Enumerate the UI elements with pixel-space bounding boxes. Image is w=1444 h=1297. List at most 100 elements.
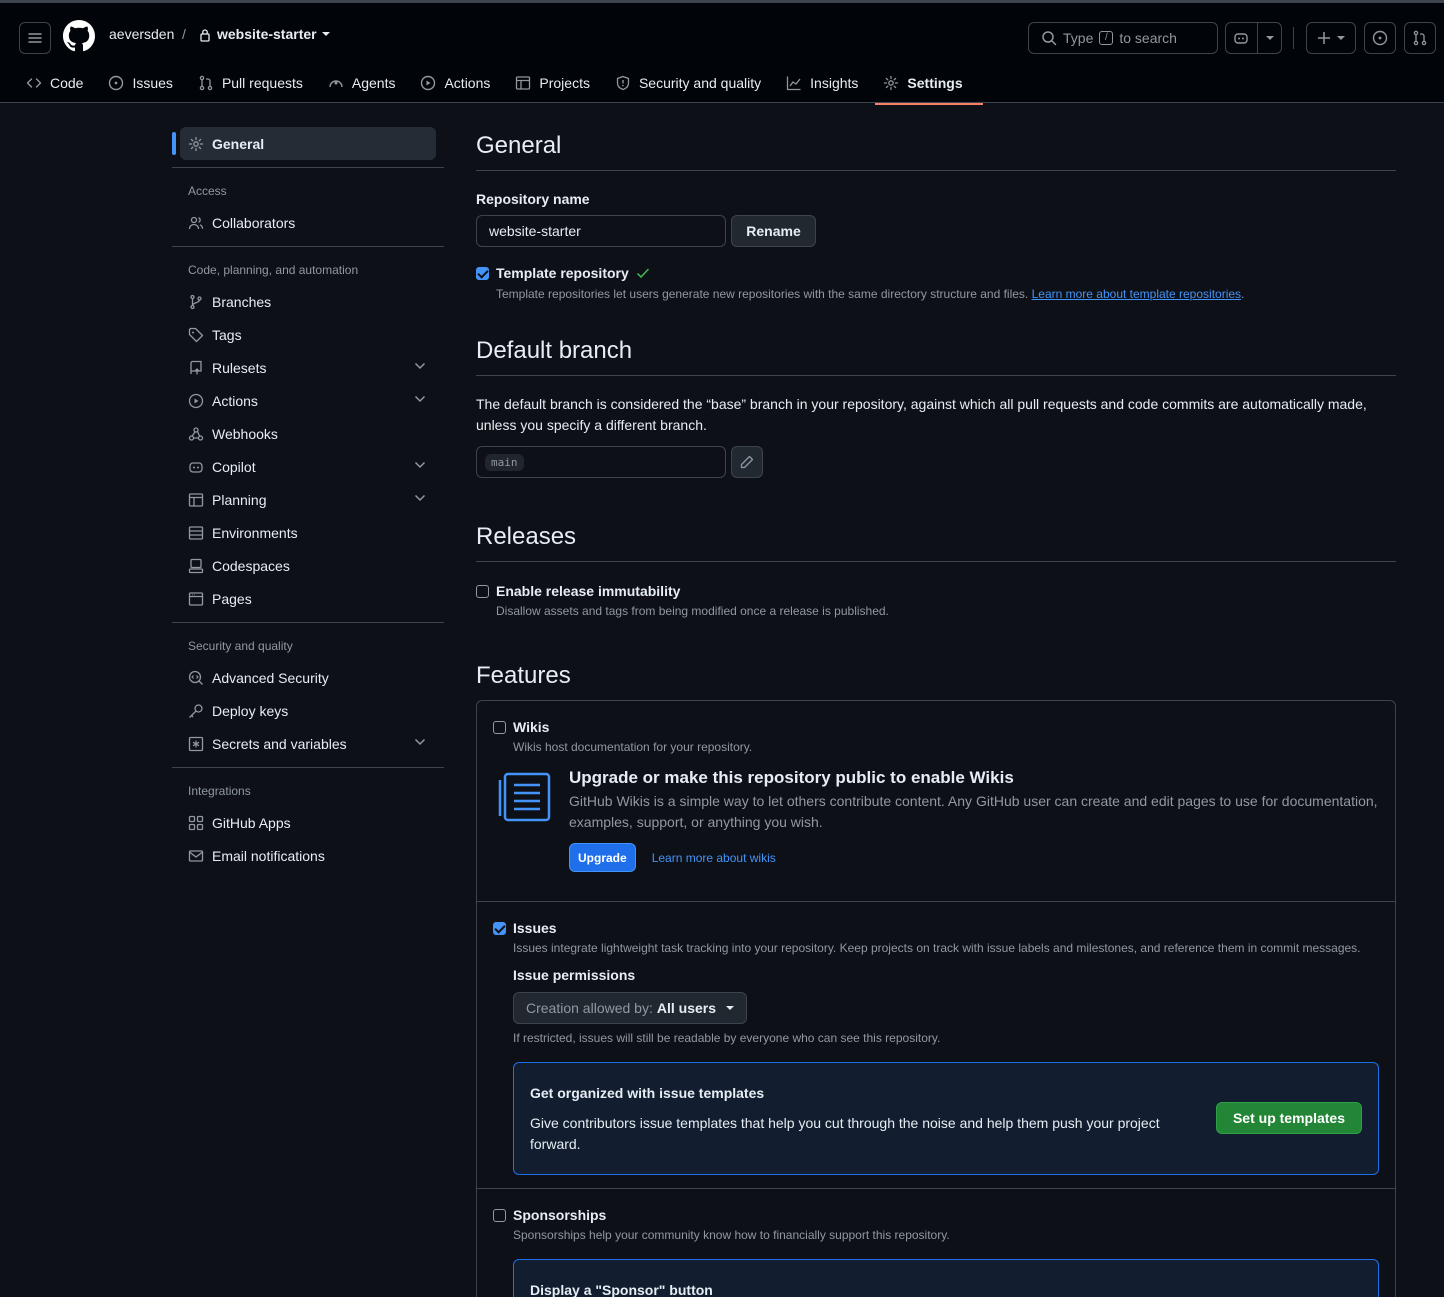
plus-icon bbox=[1318, 32, 1330, 44]
sidebar-item-label: Rulesets bbox=[212, 359, 267, 376]
table-icon bbox=[516, 76, 531, 90]
issue-templates-body: Give contributors issue templates that h… bbox=[530, 1115, 1160, 1152]
sidebar-item-pages[interactable]: Pages bbox=[172, 582, 444, 615]
repo-name-link[interactable]: website-starter bbox=[217, 26, 317, 42]
sidebar-item-tags[interactable]: Tags bbox=[172, 318, 444, 351]
template-repository-label: Template repository bbox=[496, 265, 629, 281]
table-icon bbox=[188, 492, 204, 507]
webhook-icon bbox=[188, 426, 204, 441]
sidebar-item-github-apps[interactable]: GitHub Apps bbox=[172, 806, 444, 839]
sidebar-item-webhooks[interactable]: Webhooks bbox=[172, 417, 444, 450]
tab-insights[interactable]: Insights bbox=[786, 69, 870, 97]
tab-projects[interactable]: Projects bbox=[515, 69, 602, 97]
create-new-button[interactable] bbox=[1306, 22, 1356, 54]
sidebar-item-general[interactable]: General bbox=[172, 127, 436, 160]
issues-checkbox[interactable] bbox=[493, 921, 506, 935]
sponsorships-checkbox[interactable] bbox=[493, 1208, 506, 1222]
section-title-default-branch: Default branch bbox=[476, 337, 1396, 376]
people-icon bbox=[188, 216, 204, 229]
sidebar-item-email-notifications[interactable]: Email notifications bbox=[172, 839, 444, 872]
mail-icon bbox=[188, 849, 204, 862]
repo-caret-down-icon[interactable] bbox=[321, 31, 331, 37]
sidebar-item-branches[interactable]: Branches bbox=[172, 285, 444, 318]
pull-requests-button[interactable] bbox=[1404, 22, 1436, 54]
template-learn-more-link[interactable]: Learn more about template repositories bbox=[1032, 287, 1241, 301]
sidebar-heading-security: Security and quality bbox=[188, 639, 293, 653]
check-icon bbox=[636, 268, 649, 279]
tab-code[interactable]: Code bbox=[26, 69, 95, 97]
release-immutability-note: Disallow assets and tags from being modi… bbox=[496, 604, 889, 618]
sidebar-item-label: Advanced Security bbox=[212, 669, 329, 686]
sidebar-item-copilot[interactable]: Copilot bbox=[172, 450, 444, 483]
issues-button[interactable] bbox=[1364, 22, 1396, 54]
sponsorships-note: Sponsorships help your community know ho… bbox=[513, 1228, 950, 1242]
tab-settings[interactable]: Settings bbox=[875, 69, 983, 105]
code-icon bbox=[26, 78, 42, 88]
tab-security[interactable]: Security and quality bbox=[615, 69, 773, 97]
template-note-period: . bbox=[1241, 287, 1245, 301]
pull-request-icon bbox=[199, 75, 213, 91]
menu-button[interactable] bbox=[19, 22, 51, 54]
sidebar-item-label: Collaborators bbox=[212, 214, 296, 231]
sidebar-item-label: Actions bbox=[212, 392, 258, 409]
wikis-checkbox[interactable] bbox=[493, 720, 506, 734]
chevron-down-icon bbox=[414, 494, 426, 502]
issue-permissions-select[interactable]: Creation allowed by: All users bbox=[513, 992, 747, 1024]
default-branch-description: The default branch is considered the “ba… bbox=[476, 396, 1367, 433]
tab-label: Insights bbox=[810, 75, 859, 91]
chevron-down-icon bbox=[414, 362, 426, 370]
issue-templates-callout: Get organized with issue templates Give … bbox=[513, 1062, 1379, 1175]
search-input[interactable]: Type / to search bbox=[1028, 22, 1218, 54]
sidebar-item-environments[interactable]: Environments bbox=[172, 516, 444, 549]
sidebar-item-planning[interactable]: Planning bbox=[172, 483, 444, 516]
release-immutability-checkbox[interactable] bbox=[476, 584, 489, 598]
release-immutability-label: Enable release immutability bbox=[496, 583, 681, 599]
tab-pull-requests[interactable]: Pull requests bbox=[198, 69, 315, 97]
edit-branch-button[interactable] bbox=[731, 446, 763, 478]
sidebar-item-collaborators[interactable]: Collaborators bbox=[172, 206, 444, 239]
features-box: Wikis Wikis host documentation for your … bbox=[476, 700, 1396, 1297]
upgrade-button[interactable]: Upgrade bbox=[569, 843, 636, 872]
branch-icon bbox=[190, 294, 202, 309]
tab-label: Actions bbox=[444, 75, 491, 91]
feature-issues: Issues Issues integrate lightweight task… bbox=[477, 901, 1395, 1188]
sidebar-item-advanced-security[interactable]: Advanced Security bbox=[172, 661, 444, 694]
sidebar-divider bbox=[172, 767, 444, 768]
sidebar-item-label: Codespaces bbox=[212, 557, 290, 574]
sidebar-item-actions[interactable]: Actions bbox=[172, 384, 444, 417]
search-prefix: Type bbox=[1063, 30, 1094, 46]
select-prefix: Creation allowed by: bbox=[526, 1000, 653, 1016]
browser-icon bbox=[188, 591, 204, 606]
repo-owner-link[interactable]: aeversden bbox=[109, 26, 174, 42]
settings-sidebar: General Access Collaborators Code, plann… bbox=[172, 127, 444, 872]
github-logo-icon[interactable] bbox=[63, 20, 95, 52]
repo-name-input[interactable]: website-starter bbox=[476, 215, 726, 247]
gear-icon bbox=[188, 136, 204, 151]
pencil-icon bbox=[740, 455, 754, 469]
sidebar-item-codespaces[interactable]: Codespaces bbox=[172, 549, 444, 582]
sidebar-item-secrets[interactable]: Secrets and variables bbox=[172, 727, 444, 760]
section-title-general: General bbox=[476, 127, 1396, 171]
template-repository-checkbox[interactable] bbox=[476, 266, 489, 280]
sponsorships-label: Sponsorships bbox=[513, 1207, 607, 1223]
repo-name-label: Repository name bbox=[476, 191, 590, 207]
pull-request-icon bbox=[1413, 30, 1427, 46]
hamburger-icon bbox=[28, 33, 42, 43]
wikis-upgrade-title: Upgrade or make this repository public t… bbox=[569, 768, 1014, 787]
issue-permissions-label: Issue permissions bbox=[513, 967, 636, 983]
repo-push-icon bbox=[190, 360, 202, 374]
chevron-down-icon bbox=[1266, 35, 1274, 40]
codescan-icon bbox=[188, 670, 203, 685]
sidebar-item-deploy-keys[interactable]: Deploy keys bbox=[172, 694, 444, 727]
learn-more-wikis-link[interactable]: Learn more about wikis bbox=[652, 851, 776, 865]
tab-issues[interactable]: Issues bbox=[108, 69, 184, 97]
copilot-button[interactable] bbox=[1225, 22, 1282, 54]
sidebar-item-rulesets[interactable]: Rulesets bbox=[172, 351, 444, 384]
tab-actions[interactable]: Actions bbox=[420, 69, 502, 97]
sidebar-item-label: Email notifications bbox=[212, 847, 325, 864]
tab-agents[interactable]: Agents bbox=[328, 69, 408, 97]
rename-button[interactable]: Rename bbox=[731, 215, 816, 247]
codespaces-icon bbox=[188, 558, 204, 573]
set-up-templates-button[interactable]: Set up templates bbox=[1215, 1102, 1362, 1134]
feature-sponsorships: Sponsorships Sponsorships help your comm… bbox=[477, 1188, 1395, 1297]
